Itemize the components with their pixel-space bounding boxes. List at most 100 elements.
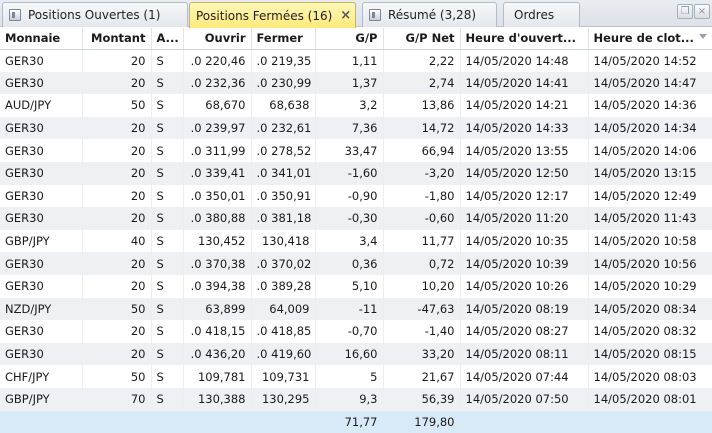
table-row[interactable]: GER30 20 S .0 232,36.0 230,99 1,37 2,74 14/05/… <box>0 71 712 95</box>
table-row[interactable]: GER30 20 S .0 311,99.0 278,52 33,47 66,94 14/0… <box>0 139 712 162</box>
cell-gp: 1,37 <box>315 71 384 95</box>
column-header-gp-net[interactable]: G/P Net <box>383 28 461 50</box>
close-tab-icon[interactable]: × <box>340 9 351 22</box>
cell-monnaie: GER30 <box>0 116 83 140</box>
column-header-montant[interactable]: Montant <box>82 28 152 50</box>
cell-achat-vente: S <box>151 116 184 140</box>
cell-gp-net: 66,94 <box>383 139 461 162</box>
table-row[interactable]: GER30 20 S .0 370,38.0 370,02 0,36 0,72 14/05/… <box>0 252 712 275</box>
cell-fermer: 64,009 <box>251 297 316 321</box>
cell-achat-vente: S <box>151 274 184 298</box>
cell-gp-net: 56,39 <box>383 387 461 411</box>
cell-fermer: .0 232,61 <box>251 116 316 140</box>
cell-fermer: .0 350,91 <box>251 184 316 208</box>
table-row[interactable]: GER30 20 S .0 380,88.0 381,18 -0,30 -0,60 14/0… <box>0 207 712 230</box>
cell-fermer: 130,418 <box>251 229 316 253</box>
table-row[interactable]: AUD/JPY 50 S 68,670 68,638 3,2 13,86 14/05/2020… <box>0 94 712 117</box>
cell-montant: 50 <box>82 365 152 388</box>
cell-gp: 16,60 <box>315 342 384 366</box>
column-header-achat-vente[interactable]: A... <box>151 28 184 50</box>
column-header-label: Heure de clot... <box>593 31 694 46</box>
table-row[interactable]: GER30 20 S .0 394,38.0 389,28 5,10 10,20 14/05… <box>0 274 712 298</box>
cell-achat-vente: S <box>151 342 184 366</box>
total-cell-empty <box>251 410 316 433</box>
table-row[interactable]: GBP/JPY 40 S 130,452 130,418 3,4 11,77 14/05/20… <box>0 229 712 253</box>
table-row[interactable]: CHF/JPY 50 S 109,781 109,731 5 21,67 14/05/2020… <box>0 365 712 388</box>
column-header-ouvrir[interactable]: Ouvrir <box>183 28 252 50</box>
cell-gp: 9,3 <box>315 387 384 411</box>
column-header-gp[interactable]: G/P <box>315 28 384 50</box>
totals-row: 71,77 179,80 <box>0 410 712 433</box>
cell-gp: 7,36 <box>315 116 384 140</box>
cell-achat-vente: S <box>151 139 184 162</box>
tab-ordres[interactable]: Ordres <box>503 2 580 27</box>
column-header-heure-ouverture[interactable]: Heure d'ouvert... <box>460 28 589 50</box>
cell-achat-vente: S <box>151 94 184 117</box>
column-header-monnaie[interactable]: Monnaie <box>0 28 83 50</box>
table-row[interactable]: GER30 20 S .0 220,46.0 219,35 1,11 2,22 14/05/… <box>0 49 712 72</box>
cell-fermer: .0 370,02 <box>251 252 316 275</box>
window-icon <box>9 9 21 21</box>
cell-heure-cloture: 14/05/2020 14:06 <box>588 139 712 162</box>
cell-achat-vente: S <box>151 161 184 185</box>
cell-fermer: .0 419,60 <box>251 342 316 366</box>
cell-ouvrir: 109,781 <box>183 365 252 388</box>
cell-montant: 20 <box>82 71 152 95</box>
sort-arrow-icon[interactable] <box>698 34 707 39</box>
cell-achat-vente: S <box>151 365 184 388</box>
cell-heure-cloture: 14/05/2020 08:03 <box>588 365 712 388</box>
cell-gp: -0,70 <box>315 320 384 343</box>
cell-monnaie: AUD/JPY <box>0 94 83 117</box>
table-row[interactable]: NZD/JPY 50 S 63,899 64,009 -11 -47,63 14/05/202… <box>0 297 712 321</box>
cell-heure-cloture: 14/05/2020 12:49 <box>588 184 712 208</box>
total-gp: 71,77 <box>315 410 384 433</box>
total-gp-net: 179,80 <box>383 410 461 433</box>
cell-fermer: .0 219,35 <box>251 49 316 72</box>
cell-achat-vente: S <box>151 184 184 208</box>
cell-fermer: 68,638 <box>251 94 316 117</box>
cell-heure-cloture: 14/05/2020 10:56 <box>588 252 712 275</box>
cell-gp-net: -1,40 <box>383 320 461 343</box>
cell-ouvrir: .0 350,01 <box>183 184 252 208</box>
table-row[interactable]: GER30 20 S .0 350,01.0 350,91 -0,90 -1,80 14/0… <box>0 184 712 208</box>
tab-label: Ordres <box>514 8 555 22</box>
cell-heure-ouverture: 14/05/2020 10:39 <box>460 252 589 275</box>
close-panel-button[interactable]: × <box>694 4 710 19</box>
cell-heure-cloture: 14/05/2020 11:43 <box>588 207 712 230</box>
cell-monnaie: GER30 <box>0 342 83 366</box>
table-row[interactable]: GER30 20 S .0 339,41.0 341,01 -1,60 -3,20 14/0… <box>0 161 712 185</box>
table-row[interactable]: GBP/JPY 70 S 130,388 130,295 9,3 56,39 14/05/20… <box>0 387 712 411</box>
cell-achat-vente: S <box>151 387 184 411</box>
cell-heure-cloture: 14/05/2020 10:29 <box>588 274 712 298</box>
table-row[interactable]: GER30 20 S .0 436,20.0 419,60 16,60 33,20 14/0… <box>0 342 712 366</box>
cell-montant: 20 <box>82 139 152 162</box>
cell-gp-net: 33,20 <box>383 342 461 366</box>
cell-monnaie: GER30 <box>0 184 83 208</box>
tab-resume[interactable]: Résumé (3,28) <box>362 2 497 27</box>
table-row[interactable]: GER30 20 S .0 418,15.0 418,85 -0,70 -1,40 14/0… <box>0 320 712 343</box>
cell-heure-ouverture: 14/05/2020 12:17 <box>460 184 589 208</box>
restore-button[interactable]: ❐ <box>677 4 693 19</box>
cell-monnaie: GER30 <box>0 320 83 343</box>
cell-fermer: .0 230,99 <box>251 71 316 95</box>
column-header-fermer[interactable]: Fermer <box>251 28 316 50</box>
total-cell-empty <box>0 410 83 433</box>
tab-positions-ouvertes[interactable]: Positions Ouvertes (1) <box>2 2 188 27</box>
cell-gp-net: 21,67 <box>383 365 461 388</box>
tab-positions-fermees[interactable]: Positions Fermées (16) × <box>189 2 356 28</box>
cell-monnaie: GBP/JPY <box>0 387 83 411</box>
cell-monnaie: NZD/JPY <box>0 297 83 321</box>
tab-bar: Positions Ouvertes (1) Positions Fermées… <box>0 0 712 28</box>
cell-fermer: .0 278,52 <box>251 139 316 162</box>
cell-gp: 5 <box>315 365 384 388</box>
column-header-heure-cloture[interactable]: Heure de clot... <box>588 28 712 50</box>
table-row[interactable]: GER30 20 S .0 239,97.0 232,61 7,36 14,72 14/05… <box>0 116 712 140</box>
cell-montant: 20 <box>82 116 152 140</box>
cell-ouvrir: .0 394,38 <box>183 274 252 298</box>
total-cell-empty <box>151 410 184 433</box>
cell-fermer: .0 341,01 <box>251 161 316 185</box>
tab-label: Positions Ouvertes (1) <box>28 8 161 22</box>
cell-fermer: 130,295 <box>251 387 316 411</box>
cell-achat-vente: S <box>151 320 184 343</box>
cell-montant: 20 <box>82 207 152 230</box>
